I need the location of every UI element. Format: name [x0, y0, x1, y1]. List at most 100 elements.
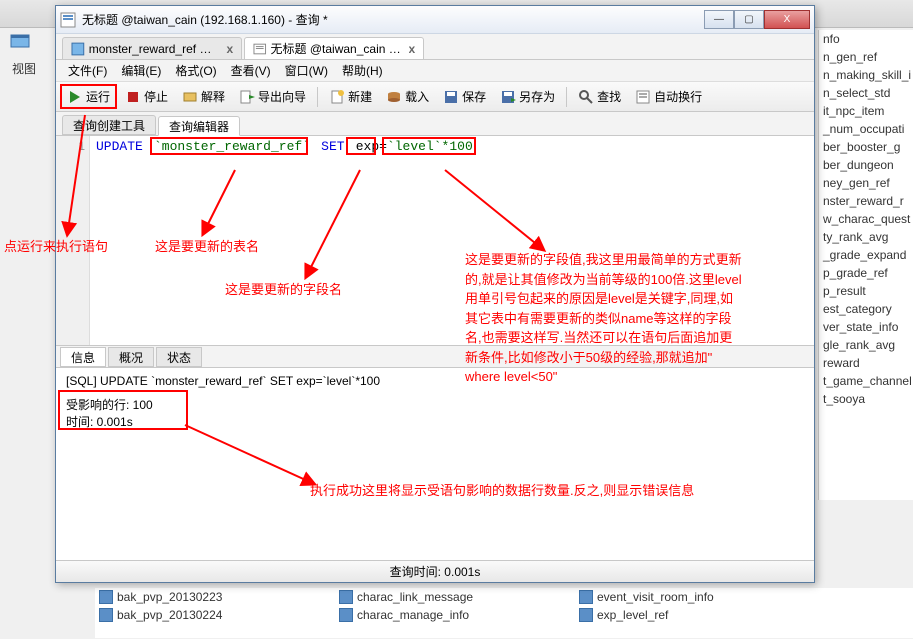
menu-edit[interactable]: 编辑(E): [115, 60, 167, 81]
bottom-file-list: bak_pvp_20130223 charac_link_message eve…: [95, 588, 913, 638]
annotation-expression: 这是要更新的字段值,我这里用最简单的方式更新的,就是让其值修改为当前等级的100…: [465, 250, 745, 387]
document-tabs: monster_reward_ref @t... x 无标题 @taiwan_c…: [56, 34, 814, 60]
close-button[interactable]: X: [764, 10, 810, 29]
saveas-button[interactable]: 另存为: [494, 85, 561, 108]
export-button[interactable]: 导出向导: [233, 85, 312, 108]
query-icon: [253, 42, 267, 56]
window-title: 无标题 @taiwan_cain (192.168.1.160) - 查询 *: [82, 11, 704, 28]
tab-query-untitled[interactable]: 无标题 @taiwan_cain (1... x: [244, 37, 424, 59]
view-icon: [10, 32, 30, 52]
side-item[interactable]: p_grade_ref: [819, 264, 913, 282]
save-button[interactable]: 保存: [437, 85, 492, 108]
tab-summary[interactable]: 概况: [108, 347, 154, 367]
export-icon: [239, 89, 255, 105]
result-panel: [SQL] UPDATE `monster_reward_ref` SET ex…: [56, 368, 814, 538]
side-item[interactable]: nfo: [819, 30, 913, 48]
load-button[interactable]: 载入: [380, 85, 435, 108]
table-icon: [579, 590, 593, 604]
maximize-button[interactable]: ▢: [734, 10, 764, 29]
toolbar-separator: [566, 87, 567, 107]
tab-label: 无标题 @taiwan_cain (1...: [271, 40, 405, 57]
menu-view[interactable]: 查看(V): [225, 60, 277, 81]
annotation-run: 点运行来执行语句: [4, 237, 144, 257]
annotation-table: 这是要更新的表名: [155, 237, 259, 257]
table-icon: [339, 590, 353, 604]
search-button[interactable]: 查找: [572, 85, 627, 108]
new-icon: [329, 89, 345, 105]
side-item[interactable]: _grade_expand: [819, 246, 913, 264]
list-item[interactable]: charac_link_message: [335, 588, 575, 606]
statusbar: 查询时间: 0.001s: [56, 560, 814, 582]
side-item[interactable]: t_sooya: [819, 390, 913, 408]
tab-label: monster_reward_ref @t...: [89, 42, 223, 56]
list-item[interactable]: event_visit_room_info: [575, 588, 815, 606]
run-button[interactable]: 运行: [60, 84, 117, 109]
side-item[interactable]: n_select_std: [819, 84, 913, 102]
toolbar: 运行 停止 解释 导出向导 新建 载入 保存 另存为: [56, 82, 814, 112]
highlight-result: [58, 390, 188, 430]
wrap-button[interactable]: 自动换行: [629, 85, 708, 108]
search-icon: [578, 89, 594, 105]
side-item[interactable]: t_game_channel: [819, 372, 913, 390]
table-icon: [99, 590, 113, 604]
side-item[interactable]: est_category: [819, 300, 913, 318]
tab-close-icon[interactable]: x: [409, 42, 415, 56]
side-item[interactable]: ber_dungeon: [819, 156, 913, 174]
tab-status[interactable]: 状态: [156, 347, 202, 367]
menu-help[interactable]: 帮助(H): [336, 60, 389, 81]
side-item[interactable]: _num_occupati: [819, 120, 913, 138]
table-icon: [339, 608, 353, 622]
tab-monster-reward[interactable]: monster_reward_ref @t... x: [62, 37, 242, 59]
toolbar-separator: [317, 87, 318, 107]
side-item[interactable]: w_charac_quest: [819, 210, 913, 228]
tab-close-icon[interactable]: x: [226, 42, 233, 56]
list-item[interactable]: charac_manage_info: [335, 606, 575, 624]
side-item[interactable]: ney_gen_ref: [819, 174, 913, 192]
status-query-time: 查询时间: 0.001s: [390, 563, 481, 580]
menubar: 文件(F) 编辑(E) 格式(O) 查看(V) 窗口(W) 帮助(H): [56, 60, 814, 82]
side-item[interactable]: n_making_skill_i: [819, 66, 913, 84]
new-button[interactable]: 新建: [323, 85, 378, 108]
side-item[interactable]: n_gen_ref: [819, 48, 913, 66]
table-icon: [71, 42, 85, 56]
side-item[interactable]: nster_reward_r: [819, 192, 913, 210]
tab-query-editor[interactable]: 查询编辑器: [158, 116, 240, 136]
side-item[interactable]: it_npc_item: [819, 102, 913, 120]
explain-icon: [182, 89, 198, 105]
side-item[interactable]: ver_state_info: [819, 318, 913, 336]
table-icon: [579, 608, 593, 622]
side-item[interactable]: reward: [819, 354, 913, 372]
table-icon: [99, 608, 113, 622]
stop-button[interactable]: 停止: [119, 85, 174, 108]
side-item[interactable]: ty_rank_avg: [819, 228, 913, 246]
app-icon: [60, 12, 76, 28]
menu-format[interactable]: 格式(O): [169, 60, 222, 81]
list-item[interactable]: exp_level_ref: [575, 606, 815, 624]
side-item[interactable]: gle_rank_avg: [819, 336, 913, 354]
side-item[interactable]: ber_booster_g: [819, 138, 913, 156]
highlight-expression: [382, 137, 476, 155]
highlight-table: [150, 137, 308, 155]
tab-info[interactable]: 信息: [60, 347, 106, 367]
wrap-icon: [635, 89, 651, 105]
menu-window[interactable]: 窗口(W): [279, 60, 334, 81]
highlight-column: [346, 137, 376, 155]
titlebar[interactable]: 无标题 @taiwan_cain (192.168.1.160) - 查询 * …: [56, 6, 814, 34]
play-icon: [67, 89, 83, 105]
list-item[interactable]: bak_pvp_20130223: [95, 588, 335, 606]
annotation-column: 这是要更新的字段名: [225, 280, 342, 300]
list-item[interactable]: bak_pvp_20130224: [95, 606, 335, 624]
explain-button[interactable]: 解释: [176, 85, 231, 108]
annotation-result: 执行成功这里将显示受语句影响的数据行数量.反之,则显示错误信息: [310, 481, 810, 501]
side-item[interactable]: p_result: [819, 282, 913, 300]
saveas-icon: [500, 89, 516, 105]
load-icon: [386, 89, 402, 105]
view-label: 视图: [12, 60, 36, 77]
save-icon: [443, 89, 459, 105]
side-table-list[interactable]: nfo n_gen_ref n_making_skill_i n_select_…: [818, 30, 913, 500]
minimize-button[interactable]: —: [704, 10, 734, 29]
menu-file[interactable]: 文件(F): [62, 60, 113, 81]
tab-query-builder[interactable]: 查询创建工具: [62, 115, 156, 135]
editor-sub-tabs: 查询创建工具 查询编辑器: [56, 112, 814, 136]
stop-icon: [125, 89, 141, 105]
